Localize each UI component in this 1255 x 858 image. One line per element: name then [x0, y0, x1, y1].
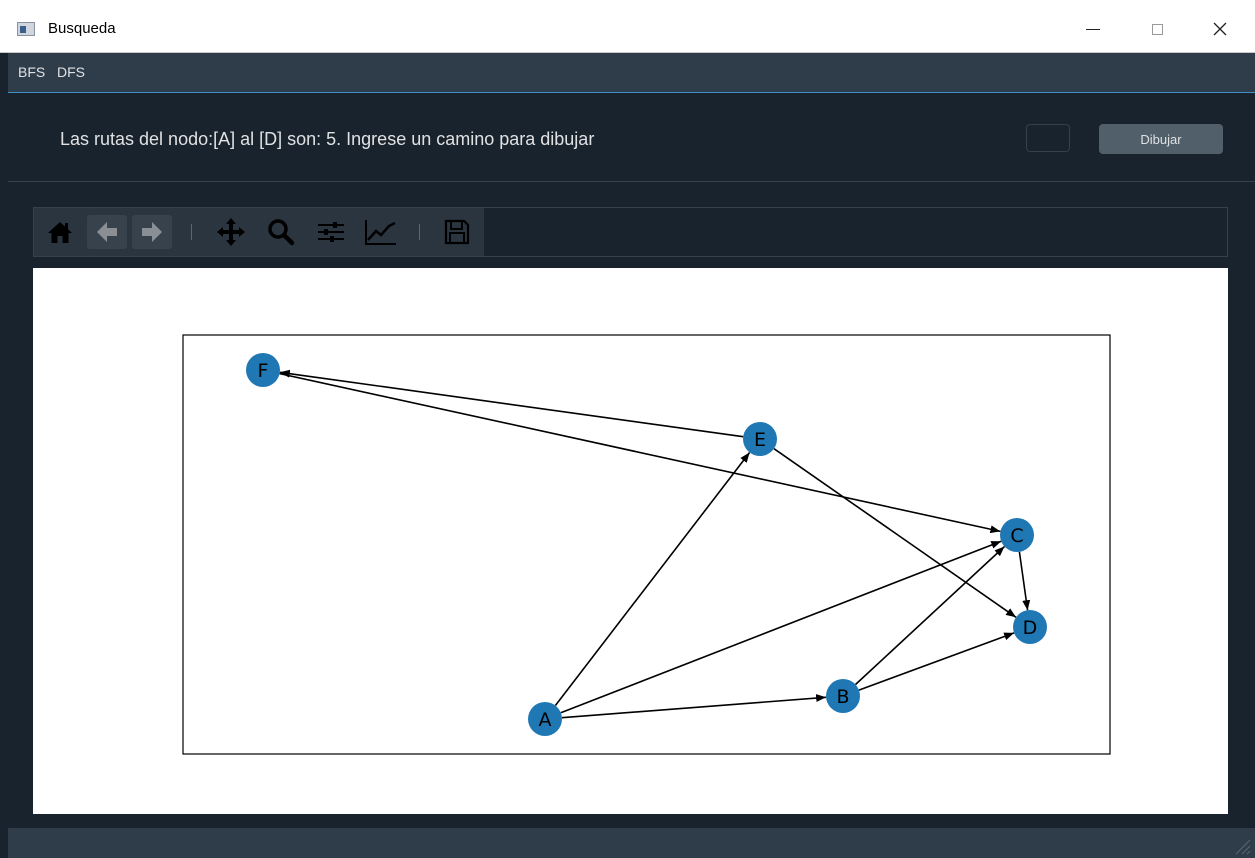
plot-canvas[interactable]: F E C D B A	[33, 268, 1228, 814]
node-label: D	[1023, 617, 1038, 639]
axes-frame	[182, 334, 1111, 755]
node-e: E	[743, 422, 777, 456]
node-label: C	[1010, 525, 1023, 547]
menu-bar: BFS DFS	[8, 53, 1255, 93]
close-button[interactable]	[1200, 14, 1240, 44]
maximize-button[interactable]	[1137, 14, 1177, 44]
home-icon	[48, 222, 72, 243]
save-button[interactable]	[437, 215, 477, 249]
close-icon	[1213, 22, 1227, 36]
header-panel: Las rutas del nodo:[A] al [D] son: 5. In…	[8, 94, 1255, 182]
node-label: F	[258, 360, 269, 382]
toolbar-separator	[419, 224, 420, 240]
edge-e-d	[773, 448, 1017, 618]
node-label: E	[754, 429, 766, 451]
edge-a-c	[560, 540, 1002, 714]
edge-b-d	[858, 632, 1015, 691]
window-title: Busqueda	[48, 20, 116, 37]
edge-a-b	[561, 694, 827, 719]
minimize-button[interactable]	[1073, 14, 1113, 44]
graph-edges	[279, 369, 1031, 719]
plot-toolbar	[33, 207, 1228, 257]
maximize-icon	[1151, 23, 1163, 35]
home-button[interactable]	[40, 215, 80, 249]
node-d: D	[1013, 610, 1047, 644]
node-f: F	[246, 353, 280, 387]
resize-grip-icon[interactable]	[1231, 835, 1251, 855]
forward-button[interactable]	[132, 215, 172, 249]
menu-item-bfs[interactable]: BFS	[18, 64, 45, 80]
node-b: B	[826, 679, 860, 713]
status-bar	[8, 828, 1255, 858]
minimize-icon	[1086, 28, 1100, 30]
routes-info-label: Las rutas del nodo:[A] al [D] son: 5. In…	[60, 129, 595, 149]
configure-subplots-icon	[318, 222, 344, 242]
node-label: A	[539, 709, 552, 731]
toolbar-separator	[191, 224, 192, 240]
title-bar: Busqueda	[0, 0, 1255, 53]
pan-icon	[217, 218, 245, 246]
edge-a-e	[554, 452, 751, 706]
edge-e-f	[279, 369, 744, 438]
forward-icon	[142, 222, 162, 242]
node-a: A	[528, 702, 562, 736]
draw-button[interactable]: Dibujar	[1099, 124, 1223, 154]
node-label: B	[836, 686, 849, 708]
graph-figure: F E C D B A	[182, 334, 1111, 755]
edit-axes-icon	[365, 220, 396, 245]
pan-button[interactable]	[211, 215, 251, 249]
edge-f-c	[279, 372, 1001, 534]
configure-subplots-button[interactable]	[311, 215, 351, 249]
zoom-icon	[268, 219, 295, 246]
app-icon	[17, 22, 35, 36]
menu-item-dfs[interactable]: DFS	[57, 64, 85, 80]
node-c: C	[1000, 518, 1034, 552]
save-icon	[444, 219, 470, 245]
back-icon	[97, 222, 117, 242]
zoom-button[interactable]	[261, 215, 301, 249]
back-button[interactable]	[87, 215, 127, 249]
path-input[interactable]	[1026, 124, 1070, 152]
edge-c-d	[1018, 551, 1031, 611]
plot-toolbar-buttons	[34, 208, 484, 256]
edit-axes-button[interactable]	[361, 215, 401, 249]
